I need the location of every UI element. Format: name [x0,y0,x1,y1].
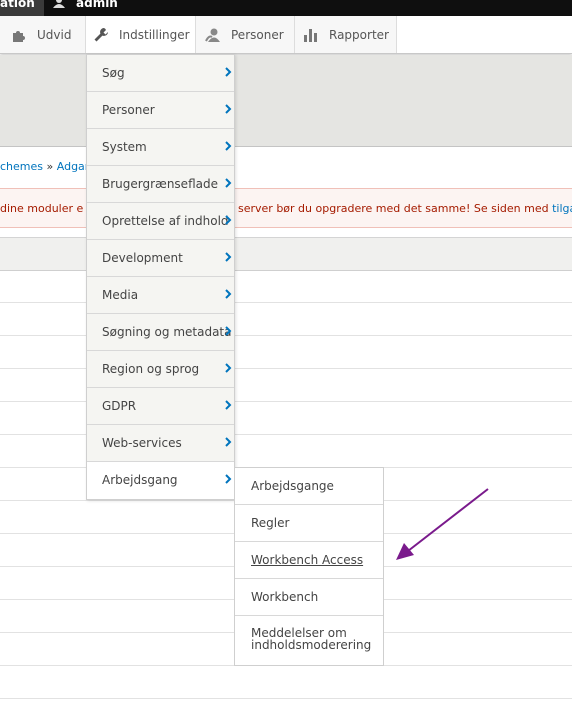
chevron-right-icon [224,214,232,226]
menu-item-label: Brugergrænseflade [102,177,218,191]
tab-udvid[interactable]: Udvid [0,16,86,53]
chevron-right-icon [224,251,232,263]
user-name: admin [76,0,118,10]
menu-item-development[interactable]: Development [87,240,234,277]
chevron-right-icon [224,140,232,152]
menu-item-label: GDPR [102,399,137,413]
submenu-item-regler[interactable]: Regler [235,505,383,542]
chevron-right-icon [224,177,232,189]
chevron-right-icon [224,436,232,448]
tab-rapporter[interactable]: Rapporter [295,16,397,53]
menu-item-label: Oprettelse af indhold [102,214,229,228]
menu-item-label: Personer [102,103,155,117]
chevron-right-icon [224,103,232,115]
table-row [0,698,572,699]
chevron-right-icon [224,288,232,300]
tab-label: Udvid [37,27,72,42]
menu-item-gdpr[interactable]: GDPR [87,388,234,425]
menu-item-media[interactable]: Media [87,277,234,314]
chevron-right-icon [224,325,232,337]
menu-item-system[interactable]: System [87,129,234,166]
menu-item-web-services[interactable]: Web-services [87,425,234,462]
submenu-item-workbench-access[interactable]: Workbench Access [235,542,383,579]
submenu-item-label: Regler [251,516,290,530]
submenu-item-arbejdsgange[interactable]: Arbejdsgange [235,468,383,505]
admin-toolbar: ation admin [0,0,572,16]
menu-item-label: Søg [102,66,125,80]
menu-item-oprettelse-af-indhold[interactable]: Oprettelse af indhold [87,203,234,240]
user-menu[interactable]: admin [52,0,118,16]
submenu-item-label: Arbejdsgange [251,479,334,493]
tab-indstillinger[interactable]: Indstillinger [86,16,196,53]
breadcrumb: chemes » Adgan [0,160,92,173]
arrow-head [396,543,414,560]
tab-label: Indstillinger [119,27,190,42]
menu-item-region-og-sprog[interactable]: Region og sprog [87,351,234,388]
submenu-item-meddelelser-om-indholdsmoderering[interactable]: Meddelelser om indholdsmoderering [235,616,383,665]
bar-chart-icon [303,27,319,43]
chevron-right-icon [224,473,232,485]
tab-label: Personer [231,27,284,42]
tab-personer[interactable]: Personer [196,16,295,53]
workflow-submenu: Arbejdsgange Regler Workbench Access Wor… [234,467,384,666]
menu-item-label: Media [102,288,139,302]
arrow-shaft [407,488,489,552]
message-text: server bør du opgradere med det samme! S… [238,202,553,215]
menu-item-label: Arbejdsgang [102,473,178,487]
user-icon [52,0,66,8]
puzzle-icon [11,27,27,43]
tab-label: Rapporter [329,27,389,42]
person-icon [205,27,221,43]
menu-item-sogning-og-metadata[interactable]: Søgning og metadata [87,314,234,351]
menu-item-sog[interactable]: Søg [87,55,234,92]
breadcrumb-separator: » [43,160,57,173]
menu-item-personer[interactable]: Personer [87,92,234,129]
breadcrumb-link[interactable]: chemes [0,160,43,173]
menu-item-label: Development [102,251,183,265]
chevron-right-icon [224,66,232,78]
menu-item-label: Region og sprog [102,362,200,376]
wrench-icon [93,27,109,43]
menu-item-label: Web-services [102,436,182,450]
chevron-right-icon [224,362,232,374]
menu-item-label: System [102,140,147,154]
site-name-link[interactable]: ation [0,0,44,16]
submenu-item-workbench[interactable]: Workbench [235,579,383,616]
submenu-item-label: Meddelelser om indholdsmoderering [251,626,372,652]
menu-item-arbejdsgang[interactable]: Arbejdsgang [87,462,234,499]
settings-dropdown-menu: Søg Personer System Brugergrænseflade Op… [86,54,235,500]
message-link[interactable]: tilga [552,202,572,215]
chevron-right-icon [224,399,232,411]
submenu-item-label: Workbench Access [251,553,364,567]
submenu-item-label: Workbench [251,590,319,604]
message-text-right: server bør du opgradere med det samme! S… [238,202,572,215]
menu-item-brugergraenseflade[interactable]: Brugergrænseflade [87,166,234,203]
message-text-left: dine moduler e [0,202,84,215]
menu-item-label: Søgning og metadata [102,325,232,339]
toolbar-tray: Udvid Indstillinger Personer Rapporter [0,16,572,54]
